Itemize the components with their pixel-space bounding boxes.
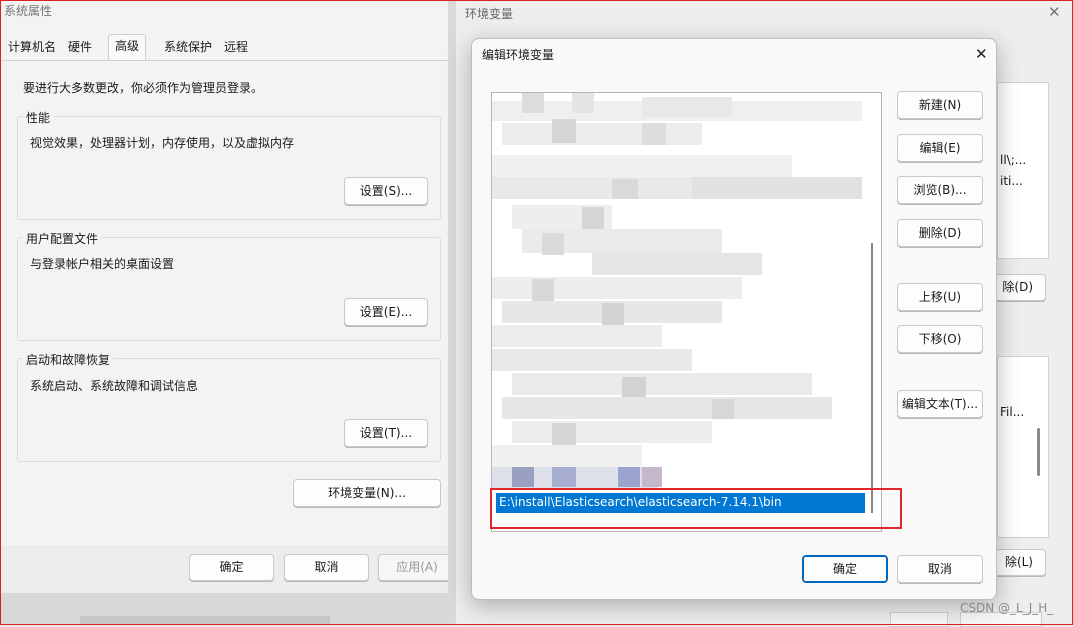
user-profiles-desc: 与登录帐户相关的桌面设置 xyxy=(30,257,175,271)
window-title: 系统属性 xyxy=(4,4,53,18)
new-button[interactable]: 新建(N) xyxy=(897,91,983,119)
tab-computer-name[interactable]: 计算机名 xyxy=(2,36,62,58)
startup-recovery-desc: 系统启动、系统故障和调试信息 xyxy=(30,379,199,393)
tab-divider xyxy=(0,60,456,61)
performance-settings-button[interactable]: 设置(S)... xyxy=(344,177,428,205)
tab-advanced[interactable]: 高级 xyxy=(108,34,147,61)
user-vars-peek-text: ll\;... xyxy=(1000,153,1027,167)
system-properties-window: 系统属性 计算机名 硬件 高级 系统保护 远程 要进行大多数更改，你必须作为管理… xyxy=(0,0,456,625)
system-vars-list-peek xyxy=(997,356,1049,538)
dialog-title: 编辑环境变量 xyxy=(482,48,555,62)
user-vars-list-peek xyxy=(997,82,1049,259)
delete-button[interactable]: 删除(D) xyxy=(897,219,983,247)
edit-button[interactable]: 编辑(E) xyxy=(897,134,983,162)
environment-variables-button[interactable]: 环境变量(N)... xyxy=(293,479,441,507)
apply-button[interactable]: 应用(A) xyxy=(378,554,456,581)
performance-desc: 视觉效果，处理器计划，内存使用，以及虚拟内存 xyxy=(30,136,295,150)
browse-button[interactable]: 浏览(B)... xyxy=(897,176,983,204)
system-vars-scrollbar[interactable] xyxy=(1037,428,1040,476)
env-close-icon[interactable]: ✕ xyxy=(1048,3,1061,21)
user-profiles-label: 用户配置文件 xyxy=(23,230,102,247)
user-profiles-settings-button[interactable]: 设置(E)... xyxy=(344,298,428,326)
ok-button[interactable]: 确定 xyxy=(189,554,274,581)
obscured-entries xyxy=(492,93,881,489)
cancel-button[interactable]: 取消 xyxy=(284,554,369,581)
watermark: CSDN @_L_J_H_ xyxy=(960,601,1054,615)
dialog-close-icon[interactable]: ✕ xyxy=(975,45,988,63)
dialog-cancel-button[interactable]: 取消 xyxy=(897,555,983,583)
startup-recovery-label: 启动和故障恢复 xyxy=(23,351,114,368)
tab-system-protection[interactable]: 系统保护 xyxy=(158,36,218,58)
bottom-strip-blur xyxy=(80,616,330,625)
move-down-button[interactable]: 下移(O) xyxy=(897,325,983,353)
edit-text-button[interactable]: 编辑文本(T)... xyxy=(897,390,983,418)
user-vars-peek-text-2: iti... xyxy=(1000,174,1023,188)
tab-hardware[interactable]: 硬件 xyxy=(62,36,98,58)
move-up-button[interactable]: 上移(U) xyxy=(897,283,983,311)
dialog-ok-button[interactable]: 确定 xyxy=(802,555,888,583)
admin-notice: 要进行大多数更改，你必须作为管理员登录。 xyxy=(23,81,264,95)
highlight-box xyxy=(490,488,902,529)
path-list: E:\install\Elasticsearch\elasticsearch-7… xyxy=(491,92,882,532)
system-vars-peek-text: Fil... xyxy=(1000,405,1025,419)
tab-remote[interactable]: 远程 xyxy=(218,36,254,58)
env-window-title: 环境变量 xyxy=(465,7,514,21)
list-scrollbar[interactable] xyxy=(871,243,873,513)
performance-label: 性能 xyxy=(23,109,54,126)
startup-recovery-settings-button[interactable]: 设置(T)... xyxy=(344,419,428,447)
